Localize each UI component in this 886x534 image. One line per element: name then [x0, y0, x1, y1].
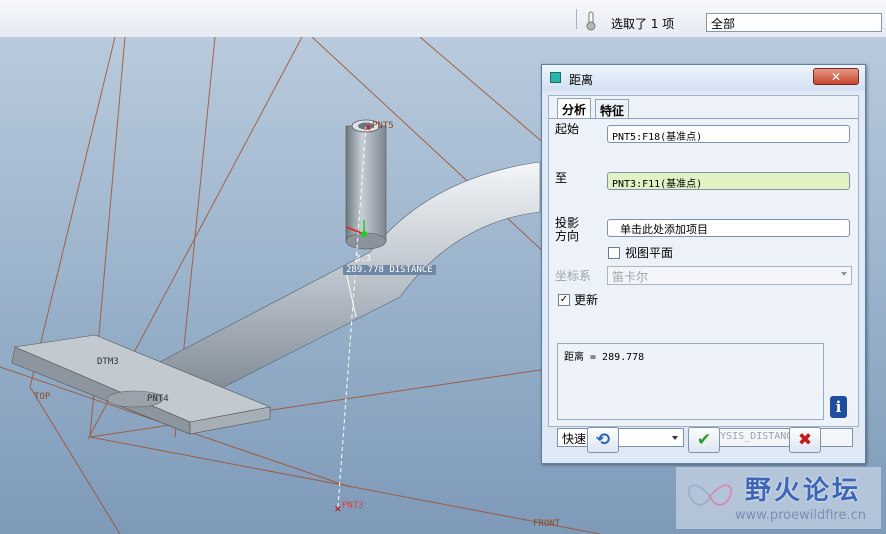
watermark-url: www.proewildfire.cn	[735, 508, 866, 523]
repeat-button[interactable]: ⟲	[587, 427, 619, 453]
distance-annotation: 289.778 DISTANCE	[343, 265, 436, 275]
csys-label: 坐标系	[555, 269, 592, 283]
toolbar-separator	[576, 9, 577, 29]
from-field[interactable]: PNT5:F18(基准点)	[607, 125, 850, 143]
chevron-down-icon	[841, 272, 847, 276]
chevron-down-icon	[672, 436, 678, 440]
dialog-icon	[550, 72, 561, 83]
front-plane-label: FRONT	[533, 519, 561, 529]
pnt5-label: PNT5	[372, 121, 394, 131]
projection-label-2: 方向	[555, 229, 580, 243]
view-plane-label: 视图平面	[625, 246, 674, 260]
to-label: 至	[555, 171, 568, 185]
pnt4-label: PNT4	[147, 394, 169, 404]
svg-text:✕: ✕	[364, 124, 372, 134]
tab-feature[interactable]: 特征	[595, 99, 630, 118]
pnt3-label: PNT3	[342, 501, 364, 511]
top-toolbar: 选取了 1 项 全部	[0, 0, 886, 38]
result-area: 距离 = 289.778	[557, 343, 824, 420]
close-button[interactable]: ✕	[813, 68, 859, 85]
view-plane-checkbox[interactable]	[608, 247, 620, 259]
dialog-title: 距离	[569, 73, 594, 87]
thermometer-icon[interactable]	[585, 11, 597, 31]
point-number-label: 3.3	[355, 254, 372, 264]
dialog-panel: 分析 特征 起始 PNT5:F18(基准点) 至 PNT3:F11(基准点) 投…	[548, 95, 859, 447]
ok-button[interactable]: ✔	[688, 427, 720, 453]
cancel-button[interactable]: ✖	[789, 427, 821, 453]
top-plane-label: TOP	[34, 392, 51, 402]
info-icon[interactable]: i	[830, 396, 847, 418]
update-checkbox[interactable]: ✓	[558, 294, 570, 306]
csys-dropdown: 笛卡尔	[607, 266, 852, 285]
projection-field[interactable]: 单击此处添加项目	[607, 219, 850, 237]
dialog-titlebar[interactable]: 距离 ✕	[542, 65, 865, 91]
update-label: 更新	[574, 293, 599, 307]
csys-value: 笛卡尔	[612, 270, 649, 284]
speed-dropdown[interactable]: 快速	[557, 428, 684, 447]
watermark-title: 野火论坛	[745, 476, 862, 506]
datum-planes	[0, 37, 601, 534]
butterfly-logo-icon	[687, 484, 733, 506]
dtm3-label: DTM3	[97, 357, 119, 367]
tab-analysis[interactable]: 分析	[557, 98, 592, 119]
svg-text:✕: ✕	[334, 505, 342, 515]
from-label: 起始	[555, 122, 580, 136]
distance-dialog: 距离 ✕ 分析 特征 起始 PNT5:F18(基准点) 至 PNT3:F11(基…	[541, 64, 866, 464]
bent-pipe	[149, 161, 541, 408]
selection-status: 选取了 1 项	[611, 17, 675, 31]
to-field[interactable]: PNT3:F11(基准点)	[607, 172, 850, 190]
selection-filter[interactable]: 全部	[706, 13, 882, 32]
vertical-cylinder	[345, 125, 387, 242]
speed-value: 快速	[562, 432, 587, 446]
